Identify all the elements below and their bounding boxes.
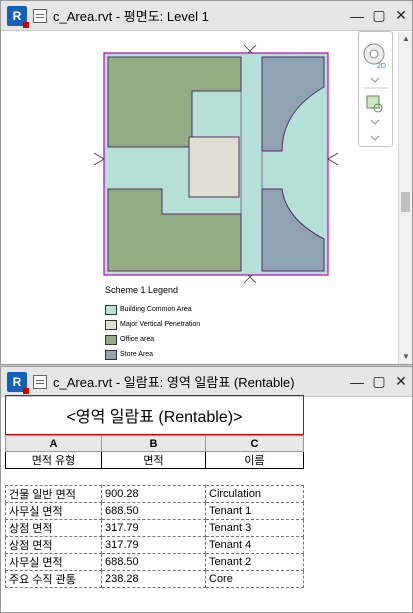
table-row[interactable]: 사무실 면적 688.50 Tenant 2 [5, 553, 304, 571]
area-type-cell[interactable]: 상점 면적 [5, 519, 102, 537]
area-type-cell[interactable]: 사무실 면적 [5, 502, 102, 520]
name-cell[interactable]: Tenant 1 [205, 502, 304, 520]
zoom-icon[interactable] [366, 95, 383, 113]
legend-label: Building Common Area [120, 306, 192, 313]
door-top [243, 44, 257, 54]
area-type-cell[interactable]: 사무실 면적 [5, 553, 102, 571]
legend-title: Scheme 1 Legend [105, 285, 179, 295]
floor-plan-view-icon [33, 8, 47, 23]
legend-swatch [105, 304, 117, 315]
legend-label: Major Vertical Penetration [120, 321, 201, 328]
table-row[interactable]: 상점 면적 317.79 Tenant 4 [5, 536, 304, 554]
area-cell[interactable]: 317.79 [101, 536, 206, 554]
area-type-cell[interactable]: 건물 일반 면적 [5, 485, 102, 503]
steering-wheel-icon[interactable]: 2D [363, 43, 386, 70]
legend-item: Store Area [105, 347, 200, 362]
maximize-button[interactable]: ▢ [368, 371, 390, 393]
name-cell[interactable]: Tenant 3 [205, 519, 304, 537]
legend-label: Store Area [120, 351, 154, 358]
door-left [93, 152, 105, 166]
core-vertical-penetration[interactable] [188, 136, 240, 198]
area-type-cell[interactable]: 상점 면적 [5, 536, 102, 554]
area-cell[interactable]: 688.50 [101, 502, 206, 520]
schedule-window: R c_Area.rvt - 일람표: 영역 일람표 (Rentable) — … [0, 366, 413, 613]
table-row[interactable]: 건물 일반 면적 900.28 Circulation [5, 485, 304, 503]
name-cell[interactable]: Circulation [205, 485, 304, 503]
door-bottom [243, 274, 257, 284]
scroll-down-arrow-icon[interactable]: ▼ [399, 350, 413, 364]
scheme-legend: Scheme 1 Legend Building Common Area Maj… [105, 285, 200, 362]
header-cell[interactable]: 면적 [101, 451, 206, 469]
scroll-thumb[interactable] [401, 192, 410, 212]
floor-plan-drawing[interactable] [86, 41, 346, 286]
close-button[interactable]: ✕ [390, 5, 412, 27]
legend-label: Office area [120, 336, 155, 343]
schedule-window-title: c_Area.rvt - 일람표: 영역 일람표 (Rentable) [53, 375, 295, 390]
revit-logo-icon: R [7, 371, 29, 394]
plan-window-title: c_Area.rvt - 평면도: Level 1 [53, 9, 209, 24]
area-type-cell[interactable]: 주요 수직 관통 [5, 570, 102, 588]
schedule-title-bar[interactable]: R c_Area.rvt - 일람표: 영역 일람표 (Rentable) — … [1, 367, 412, 397]
legend-item: Major Vertical Penetration [105, 317, 200, 332]
area-cell[interactable]: 317.79 [101, 519, 206, 537]
area-cell[interactable]: 238.28 [101, 570, 206, 588]
name-cell[interactable]: Tenant 2 [205, 553, 304, 571]
name-cell[interactable]: Core [205, 570, 304, 588]
legend-swatch [105, 319, 117, 330]
legend-item: Building Common Area [105, 302, 200, 317]
maximize-button[interactable]: ▢ [368, 5, 390, 27]
blank-row [6, 469, 304, 486]
legend-swatch [105, 349, 117, 360]
vertical-scrollbar[interactable]: ▲ ▼ [398, 32, 412, 364]
area-cell[interactable]: 688.50 [101, 553, 206, 571]
table-row[interactable]: 상점 면적 317.79 Tenant 3 [5, 519, 304, 537]
floor-plan-window: R c_Area.rvt - 평면도: Level 1 — ▢ ✕ 2D Sch… [0, 0, 413, 365]
schedule-view-icon [33, 374, 47, 389]
legend-swatch [105, 334, 117, 345]
svg-text:2D: 2D [377, 63, 386, 70]
schedule-title[interactable]: <영역 일람표 (Rentable)> [5, 395, 304, 435]
scroll-up-arrow-icon[interactable]: ▲ [399, 32, 413, 46]
table-row[interactable]: 사무실 면적 688.50 Tenant 1 [5, 502, 304, 520]
door-right [327, 152, 339, 166]
column-letter-c[interactable]: C [205, 435, 304, 452]
revit-logo-icon: R [7, 5, 29, 28]
schedule-table: A B C 면적 유형 면적 이름 건물 일반 면적 900.28 Circul… [5, 435, 304, 588]
minimize-button[interactable]: — [346, 371, 368, 393]
minimize-button[interactable]: — [346, 5, 368, 27]
header-cell[interactable]: 면적 유형 [5, 451, 102, 469]
legend-item: Office area [105, 332, 200, 347]
close-button[interactable]: ✕ [390, 371, 412, 393]
name-cell[interactable]: Tenant 4 [205, 536, 304, 554]
header-cell[interactable]: 이름 [205, 451, 304, 469]
table-row[interactable]: 주요 수직 관통 238.28 Core [5, 570, 304, 588]
column-letter-b[interactable]: B [101, 435, 206, 452]
navigation-bar[interactable]: 2D [358, 31, 393, 147]
plan-title-bar[interactable]: R c_Area.rvt - 평면도: Level 1 — ▢ ✕ [1, 1, 412, 31]
area-cell[interactable]: 900.28 [101, 485, 206, 503]
column-letter-a[interactable]: A [5, 435, 102, 452]
